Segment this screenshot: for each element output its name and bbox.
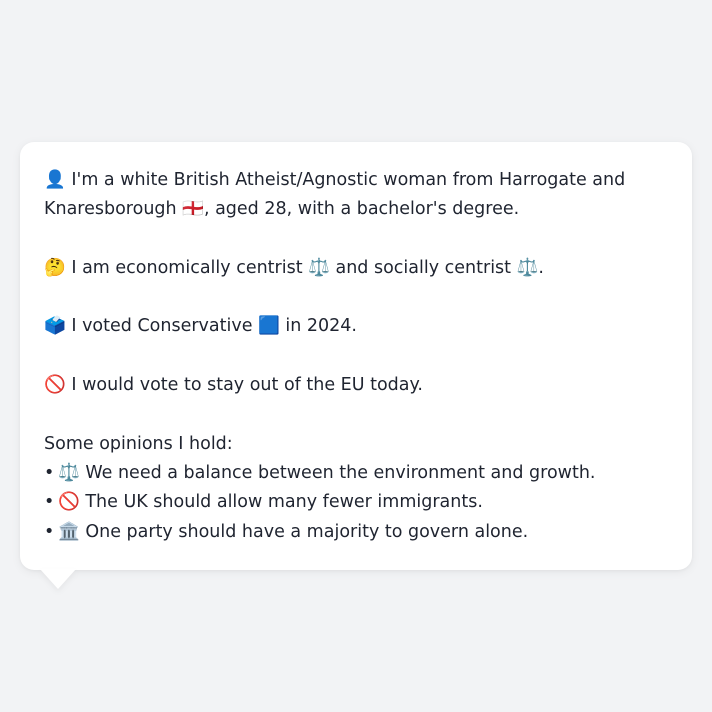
profile-message-bubble: 👤 I'm a white British Atheist/Agnostic w… [20, 142, 692, 570]
bubble-tail [40, 569, 76, 589]
vote-text: 🗳️ I voted Conservative 🟦 in 2024. [44, 316, 357, 337]
opinion-item: • 🚫 The UK should allow many fewer immigr… [44, 488, 668, 517]
ideology-text: 🤔 I am economically centrist ⚖️ and soci… [44, 257, 544, 278]
bullet-icon: • [44, 462, 55, 483]
eu-text: 🚫 I would vote to stay out of the EU tod… [44, 375, 423, 396]
opinion-item: • 🏛️ One party should have a majority to … [44, 518, 668, 547]
intro-text: 👤 I'm a white British Atheist/Agnostic w… [44, 170, 626, 220]
opinion-text: 🏛️ One party should have a majority to g… [58, 521, 529, 542]
opinions-heading: Some opinions I hold: [44, 433, 233, 454]
bullet-icon: • [44, 492, 55, 513]
opinion-text: 🚫 The UK should allow many fewer immigra… [58, 492, 483, 513]
opinions-list: • ⚖️ We need a balance between the enviro… [44, 459, 668, 547]
bullet-icon: • [44, 521, 55, 542]
opinion-text: ⚖️ We need a balance between the environ… [58, 462, 596, 483]
opinion-item: • ⚖️ We need a balance between the enviro… [44, 459, 668, 488]
